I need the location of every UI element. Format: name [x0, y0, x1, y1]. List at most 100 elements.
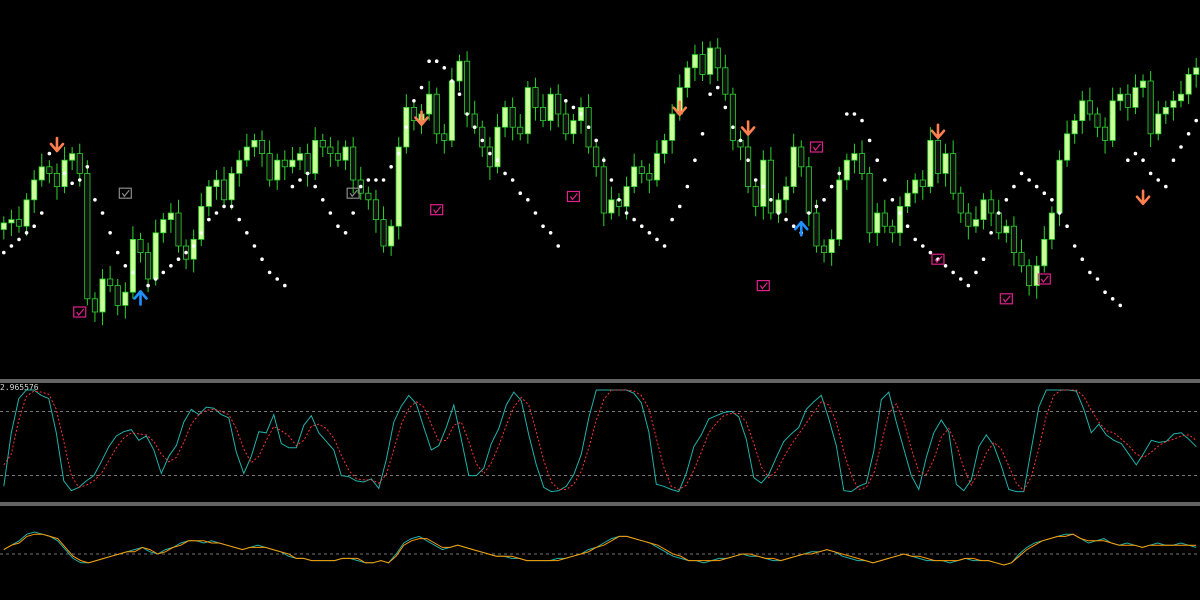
candle-body — [190, 238, 197, 260]
sar-dot — [1065, 224, 1069, 228]
candle-body — [836, 179, 843, 240]
candle-body — [524, 87, 531, 135]
sar-dot — [1027, 178, 1031, 182]
candle-body — [53, 172, 61, 187]
sar-dot — [670, 217, 674, 222]
sar-dot — [898, 211, 902, 215]
sar-dot — [298, 178, 302, 182]
sar-dot — [632, 217, 636, 222]
sar-dot — [472, 125, 477, 129]
sar-dot — [1156, 178, 1161, 182]
sar-dot — [601, 158, 606, 162]
candle-body — [790, 146, 797, 187]
candle-body — [464, 60, 471, 115]
sar-dot — [245, 231, 249, 235]
candle-body — [866, 172, 873, 234]
candle-body — [934, 139, 942, 174]
sar-dot — [305, 171, 310, 176]
candle-body — [312, 139, 319, 174]
candle-body — [783, 186, 790, 201]
candle-body — [152, 232, 159, 280]
candle-body — [1086, 100, 1093, 115]
sar-dot — [738, 138, 743, 143]
candle-body — [919, 179, 926, 187]
sar-dot — [814, 204, 819, 209]
sar-dot — [229, 204, 234, 209]
sar-dot — [852, 112, 857, 116]
sar-dot — [791, 224, 796, 228]
candle-body — [813, 212, 820, 247]
sar-dot — [989, 231, 993, 235]
sar-dot — [457, 92, 462, 96]
candle-body — [646, 172, 653, 181]
sar-dot — [883, 178, 887, 182]
candle-body — [691, 54, 698, 69]
sar-dot — [62, 171, 67, 176]
candle-body — [479, 126, 486, 148]
sar-dot — [123, 264, 128, 268]
sar-dot — [161, 270, 166, 275]
candle-body — [988, 199, 995, 214]
candle-body — [980, 199, 987, 221]
candle-body — [122, 291, 129, 306]
sar-dot — [450, 79, 454, 83]
candle-body — [532, 87, 539, 108]
sar-dot — [1, 250, 6, 255]
sar-dot — [1050, 198, 1054, 202]
sar-dot — [586, 125, 591, 129]
sar-dot — [389, 165, 393, 169]
sar-dot — [419, 85, 424, 90]
candle-body — [31, 179, 38, 201]
candle-body — [760, 159, 767, 207]
sar-dot — [374, 178, 378, 182]
sar-dot — [85, 165, 90, 169]
sar-dot — [252, 244, 257, 248]
candle-body — [1109, 100, 1116, 141]
candle-body — [350, 146, 357, 181]
sar-dot — [184, 250, 188, 255]
sar-dot — [776, 211, 781, 215]
candle-body — [798, 146, 805, 168]
candle-body — [395, 146, 402, 227]
candle-body — [858, 153, 866, 174]
candle-body — [631, 166, 638, 188]
trading-chart[interactable]: 2.965576 — [0, 0, 1200, 600]
candle-body — [175, 212, 182, 247]
candle-body — [372, 199, 380, 221]
sar-dot — [564, 99, 568, 103]
candle-body — [1071, 120, 1078, 135]
sar-dot — [548, 231, 553, 235]
candle-body — [456, 60, 463, 82]
sar-dot — [1148, 171, 1153, 176]
candle-body — [995, 212, 1002, 234]
sar-dot — [108, 231, 112, 235]
candle-body — [220, 179, 228, 201]
candle-body — [1010, 225, 1017, 253]
candle-body — [84, 172, 91, 300]
sar-dot — [556, 244, 561, 248]
sar-dot — [860, 118, 864, 123]
sar-dot — [723, 105, 728, 110]
candle-body — [517, 126, 524, 135]
sar-dot — [1103, 290, 1107, 295]
candle-body — [722, 67, 729, 95]
candle-body — [1162, 107, 1169, 115]
sar-dot — [981, 257, 986, 262]
sar-dot — [1088, 270, 1092, 275]
sar-dot — [715, 85, 720, 90]
sar-dot — [207, 217, 211, 222]
sar-dot — [845, 112, 849, 116]
candle-body — [281, 159, 288, 168]
candle-body — [957, 192, 964, 214]
sar-dot — [685, 184, 690, 189]
sar-dot — [541, 224, 545, 228]
sar-dot — [1095, 277, 1100, 281]
candle-body — [46, 166, 53, 174]
sar-dot — [153, 277, 158, 281]
candle-body — [752, 186, 759, 207]
candle-body — [129, 238, 136, 293]
candle-body — [145, 252, 152, 280]
candle-body — [1026, 265, 1033, 286]
sar-dot — [214, 211, 219, 215]
candle-body — [767, 159, 774, 214]
